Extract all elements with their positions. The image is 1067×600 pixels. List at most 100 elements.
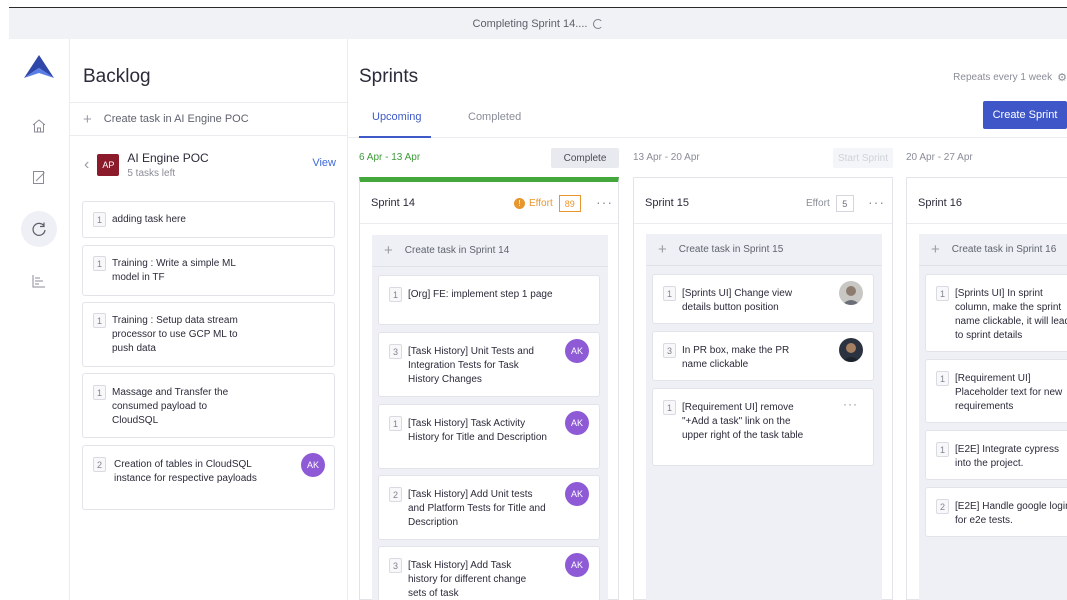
task-points: 1 [93, 385, 106, 400]
task-points: 1 [663, 400, 676, 415]
tab-completed[interactable]: Completed [468, 111, 521, 123]
start-sprint-button[interactable]: Start Sprint [833, 148, 893, 168]
backlog-task-card[interactable]: 1 Training : Setup data stream processor… [82, 302, 335, 367]
sprint-column-14: Sprint 14 ! Effort 89 ··· + Create task … [359, 177, 619, 600]
effort-label: Effort [529, 198, 553, 209]
plus-icon: + [931, 241, 940, 258]
effort-label: Effort [806, 198, 830, 209]
task-points: 1 [936, 442, 949, 457]
project-name: AI Engine POC [127, 151, 209, 165]
notes-icon[interactable] [27, 165, 51, 189]
task-title: [Task History] Task Activity History for… [408, 418, 547, 443]
sprints-panel: Sprints Repeats every 1 week ⚙ Upcoming … [348, 39, 1067, 600]
sprint-task-lane: + Create task in Sprint 15 1 [Sprints UI… [646, 234, 882, 600]
sprint-16-dates: 20 Apr - 27 Apr [906, 152, 973, 163]
home-icon[interactable] [27, 114, 51, 138]
tab-upcoming[interactable]: Upcoming [372, 111, 422, 123]
task-title: [Task History] Add Task history for diff… [408, 560, 527, 599]
assignee-avatar[interactable]: AK [301, 453, 325, 477]
backlog-task-card[interactable]: 1 Massage and Transfer the consumed payl… [82, 373, 335, 438]
assignee-photo[interactable] [839, 338, 863, 362]
task-title: adding task here [112, 214, 186, 225]
task-title: [E2E] Handle google login for e2e tests. [955, 501, 1067, 526]
sprint-task-card[interactable]: 1 [Requirement UI] remove "+Add a task" … [652, 388, 874, 466]
sprint-task-card[interactable]: 1 [Sprints UI] Change view details butto… [652, 274, 874, 324]
plus-icon: + [83, 110, 92, 128]
task-points: 1 [663, 286, 676, 301]
sprint-tabs: Upcoming Completed [348, 102, 1067, 138]
nav-rail [9, 39, 70, 600]
sprint-15-dates: 13 Apr - 20 Apr [633, 152, 700, 163]
sprint-task-card[interactable]: 3 [Task History] Unit Tests and Integrat… [378, 332, 600, 397]
sprint-task-card[interactable]: 2 [Task History] Add Unit tests and Plat… [378, 475, 600, 540]
task-title: In PR box, make the PR name clickable [682, 345, 790, 370]
more-options-icon[interactable]: ··· [868, 194, 885, 210]
sprint-task-card[interactable]: 1 [Sprints UI] In sprint column, make th… [925, 274, 1067, 352]
sprint-name[interactable]: Sprint 16 [918, 197, 962, 209]
sprint-name[interactable]: Sprint 14 [371, 197, 415, 209]
task-points: 1 [93, 313, 106, 328]
task-title: [Requirement UI] Placeholder text for ne… [955, 373, 1063, 412]
effort-value: 89 [558, 195, 581, 212]
sprint-header: Sprint 16 [907, 182, 1067, 224]
plus-icon: + [384, 242, 393, 259]
sprint-create-task[interactable]: + Create task in Sprint 14 [372, 235, 608, 267]
create-sprint-button[interactable]: Create Sprint [983, 101, 1067, 129]
sprint-column-15: Sprint 15 Effort 5 ··· + Create task in … [633, 177, 893, 600]
backlog-task-card[interactable]: 1 adding task here [82, 201, 335, 238]
assignee-photo[interactable] [839, 281, 863, 305]
sprint-header: Sprint 15 Effort 5 ··· [634, 182, 892, 224]
backlog-task-card[interactable]: 1 Training : Write a simple ML model in … [82, 245, 335, 296]
task-title: [Task History] Unit Tests and Integratio… [408, 346, 534, 385]
sprint-create-label: Create task in Sprint 14 [404, 245, 510, 256]
sprint-cycle-icon[interactable] [21, 211, 57, 247]
more-options-icon[interactable]: ··· [596, 194, 613, 210]
status-text: Completing Sprint 14.... [472, 17, 588, 30]
project-view-link[interactable]: View [312, 157, 336, 169]
sprint-effort: ! Effort 89 [514, 195, 581, 212]
sprint-task-card[interactable]: 1 [E2E] Integrate cypress into the proje… [925, 430, 1067, 480]
sprint-task-card[interactable]: 1 [Org] FE: implement step 1 page [378, 275, 600, 325]
task-title: [E2E] Integrate cypress into the project… [955, 444, 1059, 469]
status-bar: Completing Sprint 14.... [9, 7, 1067, 39]
app-logo-icon[interactable] [23, 54, 55, 85]
sprint-task-card[interactable]: 3 In PR box, make the PR name clickable [652, 331, 874, 381]
effort-warning-icon: ! [514, 198, 525, 209]
task-title: Training : Write a simple ML model in TF [112, 258, 236, 283]
assignee-avatar[interactable]: AK [565, 411, 589, 435]
sprints-title: Sprints [359, 66, 419, 87]
sprint-14-dates: 6 Apr - 13 Apr [359, 152, 421, 163]
task-points: 2 [389, 487, 402, 502]
more-options-icon[interactable]: ··· [843, 397, 858, 411]
task-points: 1 [93, 212, 106, 227]
task-points: 1 [936, 286, 949, 301]
sprint-task-card[interactable]: 2 [E2E] Handle google login for e2e test… [925, 487, 1067, 537]
spinner-icon [593, 18, 604, 29]
backlog-task-card[interactable]: 2 Creation of tables in CloudSQL instanc… [82, 445, 335, 510]
chevron-left-icon[interactable]: ‹ [84, 156, 89, 174]
project-header: ‹ AP AI Engine POC 5 tasks left View [70, 136, 348, 194]
backlog-create-task[interactable]: + Create task in AI Engine POC [70, 102, 348, 136]
sprint-name[interactable]: Sprint 15 [645, 197, 689, 209]
gear-icon[interactable]: ⚙ [1057, 71, 1067, 84]
task-points: 3 [663, 343, 676, 358]
assignee-avatar[interactable]: AK [565, 482, 589, 506]
sprint-create-task[interactable]: + Create task in Sprint 16 [919, 234, 1067, 266]
task-points: 1 [936, 371, 949, 386]
sprint-task-card[interactable]: 1 [Task History] Task Activity History f… [378, 404, 600, 469]
project-badge: AP [97, 154, 120, 176]
timeline-icon[interactable] [27, 269, 51, 293]
backlog-title: Backlog [83, 66, 151, 87]
sprint-task-lane: + Create task in Sprint 16 1 [Sprints UI… [919, 234, 1067, 600]
task-title: Massage and Transfer the consumed payloa… [112, 387, 229, 426]
repeat-setting[interactable]: Repeats every 1 week ⚙ [953, 71, 1067, 84]
assignee-avatar[interactable]: AK [565, 339, 589, 363]
sprint-create-task[interactable]: + Create task in Sprint 15 [646, 234, 882, 266]
task-title: [Task History] Add Unit tests and Platfo… [408, 489, 546, 528]
task-points: 2 [936, 499, 949, 514]
complete-sprint-button[interactable]: Complete [551, 148, 619, 168]
task-title: [Org] FE: implement step 1 page [408, 289, 553, 300]
assignee-avatar[interactable]: AK [565, 553, 589, 577]
sprint-task-card[interactable]: 3 [Task History] Add Task history for di… [378, 546, 600, 600]
sprint-task-card[interactable]: 1 [Requirement UI] Placeholder text for … [925, 359, 1067, 423]
